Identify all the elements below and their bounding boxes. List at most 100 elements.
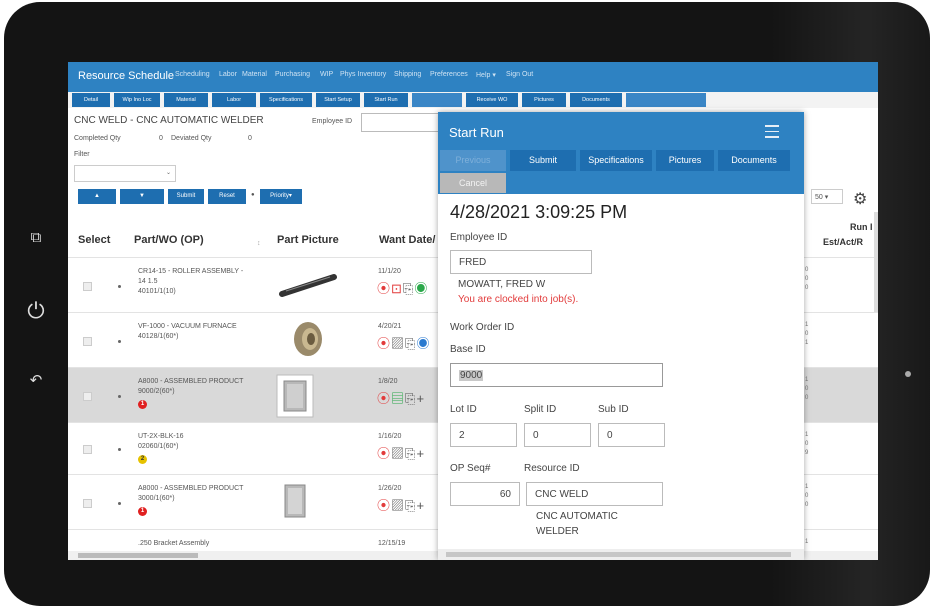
menu-icon[interactable] [765, 125, 779, 142]
dialog-specifications-button[interactable]: Specifications [580, 150, 652, 171]
subnav-labor[interactable]: Labor [212, 93, 256, 107]
sub-nav: Detail Wip Ino Loc Material Labor Specif… [68, 92, 878, 108]
resource-id-field[interactable]: CNC WELD [526, 482, 663, 506]
dialog-pictures-button[interactable]: Pictures [656, 150, 714, 171]
row-wo[interactable]: 40128/1(60*) [138, 332, 178, 342]
row-part: CR14-15 - ROLLER ASSEMBLY - [138, 268, 244, 275]
filter-select[interactable]: ⌄ [74, 165, 176, 182]
dialog-documents-button[interactable]: Documents [718, 150, 790, 171]
split-id-label: Split ID [524, 404, 557, 415]
nav-sign-out[interactable]: Sign Out [506, 71, 533, 78]
move-up-button[interactable]: ▲ [78, 189, 116, 204]
nav-material[interactable]: Material [242, 71, 267, 78]
row-run-values: 000 [805, 267, 809, 291]
row-wo[interactable]: 3000/1(60*) [138, 494, 175, 504]
subnav-start-run[interactable]: Start Run [364, 93, 408, 107]
subnav-specifications[interactable]: Specifications [260, 93, 312, 107]
employee-id-field[interactable]: FRED [450, 250, 592, 274]
gear-icon[interactable]: ⚙ [853, 189, 867, 209]
subnav-documents[interactable]: Documents [570, 93, 622, 107]
row-dot [118, 340, 121, 343]
resource-description-line2: WELDER [536, 526, 579, 537]
row-checkbox[interactable] [83, 392, 92, 401]
row-checkbox[interactable] [83, 282, 92, 291]
camera-icon [905, 371, 911, 377]
nav-scheduling[interactable]: Scheduling [175, 71, 210, 78]
subnav-blank [412, 93, 462, 107]
previous-button[interactable]: Previous [440, 150, 506, 171]
dialog-submit-button[interactable]: Submit [510, 150, 576, 171]
app-brand[interactable]: Resource Schedule [78, 70, 174, 82]
col-want-date[interactable]: Want Date/ [379, 234, 435, 246]
subnav-wip-loc[interactable]: Wip Ino Loc [114, 93, 160, 107]
row-status-icons[interactable]: ⦿▨⎘+ [377, 443, 425, 462]
row-status-icons[interactable]: ⦿▤⎘+ [377, 388, 425, 407]
dialog-header: Start Run Previous Submit Specifications… [438, 112, 804, 194]
lot-id-field[interactable]: 2 [450, 423, 517, 447]
subnav-start-setup[interactable]: Start Setup [316, 93, 360, 107]
resource-id-label: Resource ID [524, 463, 580, 474]
nav-purchasing[interactable]: Purchasing [275, 71, 310, 78]
move-down-button[interactable]: ▼ [120, 189, 164, 204]
base-id-field[interactable]: 9000 [450, 363, 663, 387]
employee-id-label: Employee ID [450, 232, 508, 243]
row-status-icons[interactable]: ⦿▨⎘+ [377, 495, 425, 514]
part-picture-roller [279, 274, 337, 297]
nav-wip[interactable]: WIP [320, 71, 333, 78]
sub-id-field[interactable]: 0 [598, 423, 665, 447]
row-checkbox[interactable] [83, 499, 92, 508]
nav-help[interactable]: Help ▾ [476, 71, 496, 79]
resource-description-line1: CNC AUTOMATIC [536, 511, 618, 522]
power-icon[interactable]: ⏻ [26, 298, 46, 324]
priority-dropdown[interactable]: Priority▾ [260, 189, 302, 204]
row-part: A8000 - ASSEMBLED PRODUCT [138, 378, 244, 385]
col-run[interactable]: Run I [850, 222, 873, 232]
nav-labor[interactable]: Labor [219, 71, 237, 78]
row-part: VF-1000 - VACUUM FURNACE [138, 323, 237, 330]
split-id-field[interactable]: 0 [524, 423, 591, 447]
back-icon[interactable]: ↶ [26, 371, 46, 389]
nav-phys-inventory[interactable]: Phys Inventory [340, 71, 386, 78]
row-checkbox[interactable] [83, 337, 92, 346]
part-picture-box [276, 374, 314, 418]
row-part: .250 Bracket Assembly [138, 540, 210, 547]
subnav-pictures[interactable]: Pictures [522, 93, 566, 107]
subnav-receive-wo[interactable]: Receive WO [466, 93, 518, 107]
row-dot [118, 285, 121, 288]
row-wo[interactable]: 9000/2(60*) [138, 387, 175, 397]
row-wo[interactable]: 02060/1(60*) [138, 442, 178, 452]
scrollbar-thumb[interactable] [78, 553, 198, 558]
row-wo[interactable]: 40101/1(10) [138, 287, 176, 297]
row-status-icons[interactable]: ⦿▨⎘◉ [377, 333, 430, 352]
chevron-down-icon: ⌄ [165, 170, 171, 176]
sort-icon[interactable]: ↕ [257, 240, 261, 247]
row-dot [118, 502, 121, 505]
col-est-act[interactable]: Est/Act/R [823, 237, 863, 247]
submit-button[interactable]: Submit [168, 189, 204, 204]
page-size-select[interactable]: 50 ▾ [811, 189, 843, 204]
row-want-date: 1/8/20 [378, 378, 398, 385]
nav-preferences[interactable]: Preferences [430, 71, 468, 78]
col-part-wo[interactable]: Part/WO (OP) [134, 234, 204, 246]
bullet-dot: ● [251, 192, 255, 198]
op-seq-field[interactable]: 60 [450, 482, 520, 506]
row-status-icons[interactable]: ⦿⊡⎘◉ [377, 278, 428, 297]
col-select[interactable]: Select [78, 234, 110, 246]
row-want-date: 12/15/19 [378, 540, 406, 547]
dialog-scrollbar-thumb[interactable] [446, 552, 791, 557]
vertical-scrollbar[interactable] [874, 212, 878, 312]
employee-id-input[interactable] [361, 113, 443, 132]
reset-button[interactable]: Reset [208, 189, 246, 204]
dialog-scrollbar[interactable] [438, 549, 804, 560]
nav-shipping[interactable]: Shipping [394, 71, 421, 78]
subnav-material[interactable]: Material [164, 93, 208, 107]
cancel-button[interactable]: Cancel [440, 173, 506, 193]
subnav-detail[interactable]: Detail [72, 93, 110, 107]
row-run-values: 100 [805, 484, 809, 508]
row-checkbox[interactable] [83, 445, 92, 454]
multitask-icon[interactable]: ⧉ [26, 229, 46, 246]
clocked-in-message: You are clocked into job(s). [458, 294, 579, 305]
top-nav: Resource Schedule Scheduling Labor Mater… [68, 62, 878, 92]
col-part-picture[interactable]: Part Picture [277, 234, 339, 246]
deviated-qty-value: 0 [248, 135, 252, 142]
